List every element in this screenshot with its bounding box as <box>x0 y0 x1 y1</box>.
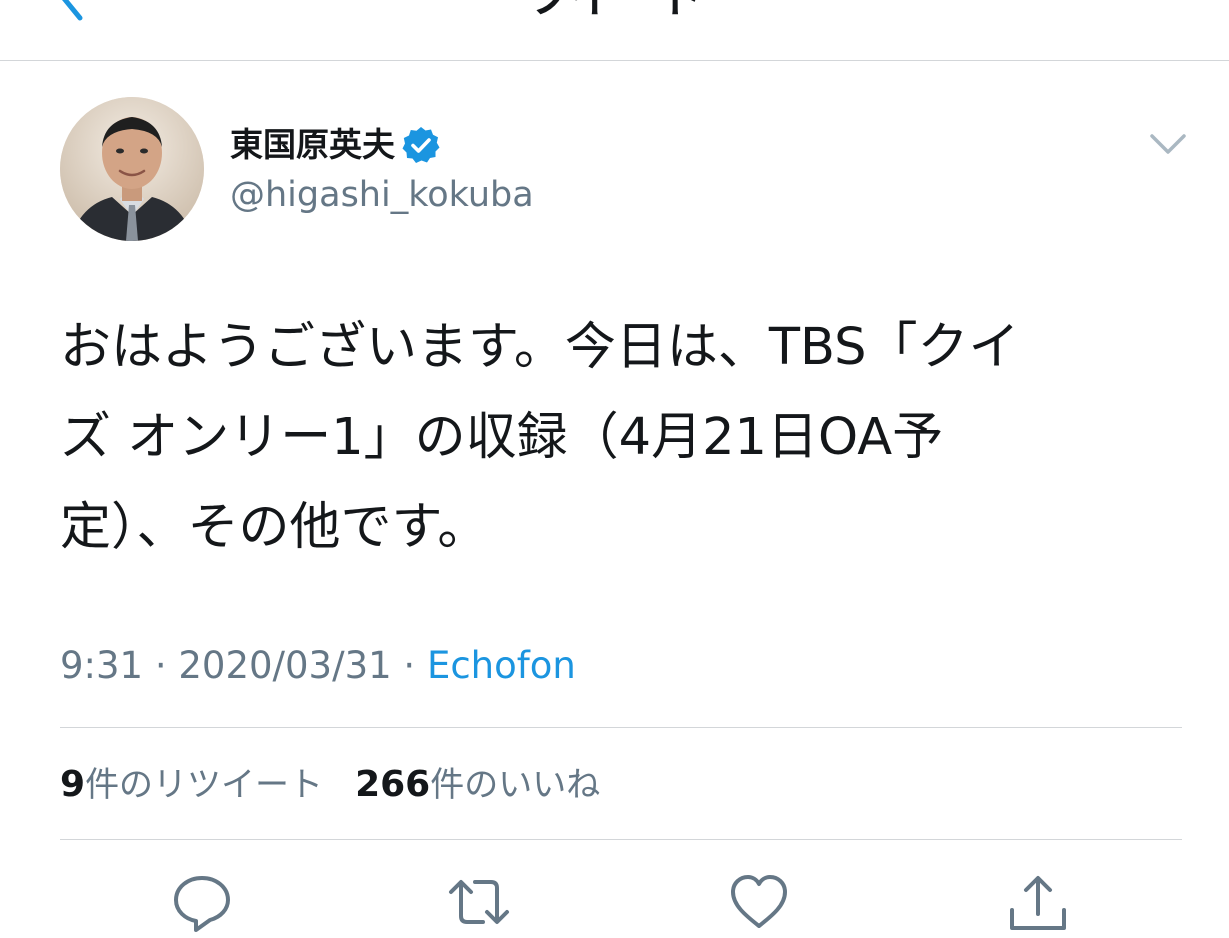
retweet-stat[interactable]: 9 件のリツイート <box>60 760 323 810</box>
retweet-icon <box>449 880 509 924</box>
tweet-source-link[interactable]: Echofon <box>427 644 576 687</box>
reply-icon <box>174 876 230 932</box>
verified-badge-icon <box>402 127 440 163</box>
page-title: ツイート <box>0 0 1229 24</box>
username-handle[interactable]: @higashi_kokuba <box>230 172 534 218</box>
avatar[interactable] <box>60 97 204 241</box>
retweet-count: 9 <box>60 764 86 805</box>
like-button[interactable] <box>727 870 791 934</box>
like-count: 266 <box>355 764 431 805</box>
like-label: 件のいいね <box>430 765 601 805</box>
divider <box>60 727 1182 728</box>
display-name[interactable]: 東国原英夫 <box>230 120 395 170</box>
retweet-button[interactable] <box>447 870 511 934</box>
engagement-stats: 9 件のリツイート 266 件のいいね <box>60 760 600 810</box>
author-name-row[interactable]: 東国原英夫 <box>230 120 441 170</box>
divider <box>60 839 1182 840</box>
tweet-text: おはようございます。今日は、TBS「クイ ズ オンリー1」の収録（4月21日OA… <box>60 318 1020 557</box>
tweet-metadata: 9:31 · 2020/03/31 · Echofon <box>60 640 576 692</box>
chevron-down-icon <box>1150 134 1186 154</box>
tweet-options-button[interactable] <box>1148 128 1188 162</box>
tweet-time: 9:31 <box>60 644 144 687</box>
heart-icon <box>731 875 787 928</box>
retweet-label: 件のリツイート <box>85 765 324 805</box>
meta-separator: · <box>403 644 416 687</box>
tweet-date: 2020/03/31 <box>178 644 392 687</box>
reply-button[interactable] <box>170 870 234 934</box>
share-button[interactable] <box>1006 870 1070 934</box>
avatar-image <box>60 97 204 241</box>
like-stat[interactable]: 266 件のいいね <box>355 760 600 810</box>
meta-separator: · <box>154 644 167 687</box>
share-icon <box>1010 876 1066 930</box>
nav-bar: ツイート <box>0 0 1229 61</box>
